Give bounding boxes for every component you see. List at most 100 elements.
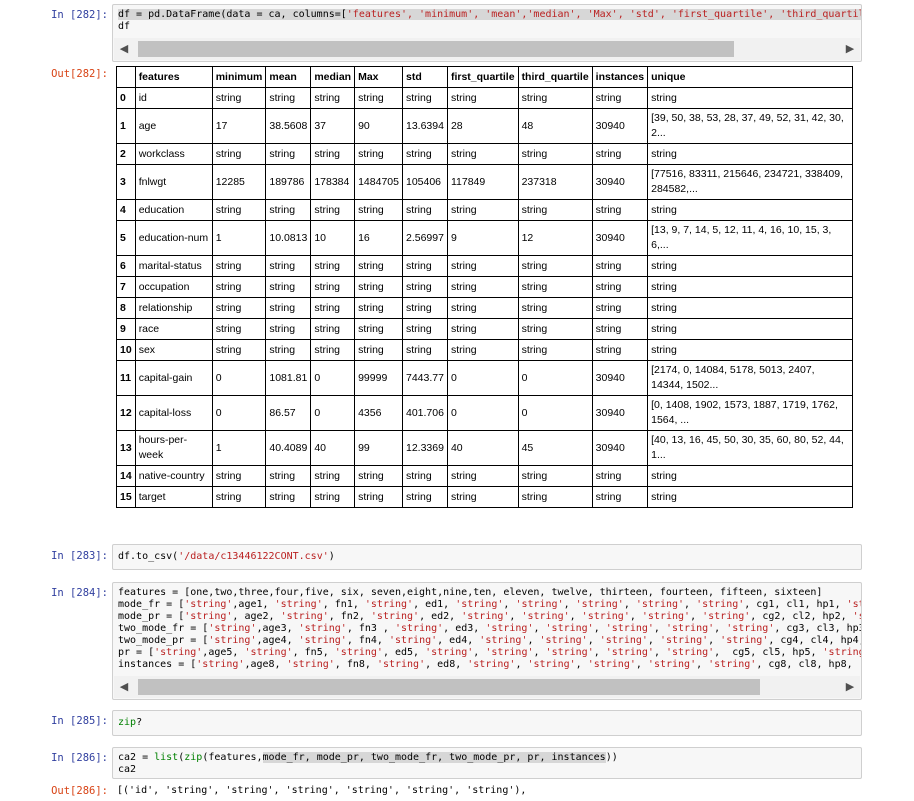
code-string: 'string': [274, 599, 323, 610]
table-cell-instances: string: [591, 465, 649, 487]
table-header-row: features minimum mean median Max std first_qua…: [116, 66, 854, 88]
table-cell-mean: 38.5608: [265, 108, 312, 144]
row-index: 6: [116, 255, 136, 277]
code-text: (features,: [202, 752, 263, 763]
table-cell-instances: string: [591, 276, 649, 298]
code-string: 'string': [527, 659, 576, 670]
scroll-right-icon[interactable]: ▶: [842, 678, 858, 696]
table-cell-mean: string: [265, 486, 312, 508]
cell-282-code[interactable]: df = pd.DataFrame(data = ca, columns=['f…: [113, 5, 861, 37]
code-string: 'string': [702, 611, 751, 622]
table-row: 7 occupation string string string string strin…: [116, 276, 854, 298]
cell-283-input[interactable]: df.to_csv('/data/c13446122CONT.csv'): [112, 544, 862, 570]
table-cell-third-quartile: string: [517, 87, 593, 109]
table-cell-features: relationship: [134, 297, 213, 319]
table-cell-third-quartile: string: [517, 143, 593, 165]
cell-285-code[interactable]: zip?: [113, 711, 861, 733]
table-cell-features: hours-per-week: [134, 430, 213, 466]
code-string: 'string': [479, 635, 528, 646]
code-string: 'string': [599, 635, 648, 646]
table-cell-unique: [13, 9, 7, 14, 5, 12, 11, 4, 16, 10, 15,…: [647, 220, 854, 256]
scroll-left-icon[interactable]: ◀: [116, 678, 132, 696]
table-cell-unique: [77516, 83311, 215646, 234721, 338409, 2…: [647, 164, 854, 200]
code-string: 'string': [394, 623, 444, 634]
table-cell-median: string: [310, 143, 356, 165]
code-text: mode_fr, mode_pr, two_mode_fr, two_mode_…: [262, 752, 606, 763]
table-cell-instances: 30940: [591, 164, 649, 200]
table-cell-minimum: 12285: [211, 164, 267, 200]
table-cell-mean: string: [265, 297, 312, 319]
cell-286-out-prompt: Out[286]:: [51, 785, 108, 797]
code-string: 'string': [388, 635, 438, 646]
table-cell-first-quartile: 0: [446, 395, 519, 431]
table-cell-third-quartile: 12: [517, 220, 593, 256]
scrollbar-thumb[interactable]: [138, 679, 760, 695]
code-string: 'string': [647, 659, 697, 670]
table-cell-Max: 16: [354, 220, 403, 256]
table-cell-instances: string: [591, 199, 649, 221]
cell-284-input[interactable]: features = [one,two,three,four,five, six…: [112, 582, 862, 700]
dataframe-table: features minimum mean median Max std first_qua…: [116, 66, 854, 508]
table-cell-features: fnlwgt: [134, 164, 213, 200]
table-header-features: features: [134, 66, 213, 88]
row-index: 11: [116, 360, 136, 396]
cell-284-code[interactable]: features = [one,two,three,four,five, six…: [113, 583, 861, 675]
table-cell-mean: 10.0813: [265, 220, 312, 256]
table-cell-Max: string: [354, 255, 403, 277]
table-cell-unique: string: [647, 199, 854, 221]
table-cell-minimum: string: [211, 143, 267, 165]
cell-285-input[interactable]: zip?: [112, 710, 862, 736]
table-cell-unique: [40, 13, 16, 45, 50, 30, 35, 60, 80, 52,…: [647, 430, 854, 466]
table-cell-features: target: [134, 486, 213, 508]
code-builtin: zip: [184, 752, 203, 763]
table-cell-Max: 4356: [354, 395, 403, 431]
scroll-left-icon[interactable]: ◀: [116, 40, 132, 58]
table-cell-unique: [2174, 0, 14084, 5178, 5013, 2407, 14344…: [647, 360, 854, 396]
table-header-third-quartile: third_quartile: [517, 66, 593, 88]
table-cell-first-quartile: string: [446, 87, 519, 109]
table-cell-features: capital-gain: [134, 360, 213, 396]
table-header-mean: mean: [265, 66, 312, 88]
table-cell-features: native-country: [134, 465, 213, 487]
table-header-instances: instances: [591, 66, 649, 88]
code-string: 'string': [581, 611, 630, 622]
code-text: df = pd.DataFrame(data = ca, columns=[: [118, 9, 347, 20]
code-string: 'string': [467, 659, 516, 670]
code-line: instances = ['string',age8, 'string', fn…: [118, 659, 861, 671]
table-cell-Max: string: [354, 276, 403, 298]
horizontal-scrollbar[interactable]: ◀ ▶: [114, 676, 860, 698]
code-string: 'string': [539, 635, 588, 646]
table-cell-Max: 90: [354, 108, 403, 144]
table-cell-median: string: [310, 318, 356, 340]
table-cell-std: string: [401, 339, 448, 361]
cell-286-code[interactable]: ca2 = list(zip(features,mode_fr, mode_pr…: [113, 748, 861, 778]
row-index: 15: [116, 486, 136, 508]
table-cell-third-quartile: string: [517, 255, 593, 277]
table-cell-third-quartile: 0: [517, 395, 593, 431]
table-header-minimum: minimum: [211, 66, 267, 88]
table-cell-minimum: string: [211, 297, 267, 319]
cell-283-code[interactable]: df.to_csv('/data/c13446122CONT.csv'): [113, 545, 861, 567]
table-cell-Max: string: [354, 339, 403, 361]
scroll-right-icon[interactable]: ▶: [842, 40, 858, 58]
table-header-median: median: [310, 66, 356, 88]
table-cell-mean: string: [265, 143, 312, 165]
table-cell-Max: string: [354, 297, 403, 319]
table-cell-third-quartile: string: [517, 199, 593, 221]
table-row: 2 workclass string string string string string…: [116, 143, 854, 165]
table-cell-first-quartile: string: [446, 339, 519, 361]
table-cell-Max: string: [354, 465, 403, 487]
table-cell-unique: string: [647, 297, 854, 319]
table-cell-median: string: [310, 87, 356, 109]
table-cell-median: string: [310, 199, 356, 221]
horizontal-scrollbar[interactable]: ◀ ▶: [114, 38, 860, 60]
cell-282-input[interactable]: df = pd.DataFrame(data = ca, columns=['f…: [112, 4, 862, 62]
cell-286-input[interactable]: ca2 = list(zip(features,mode_fr, mode_pr…: [112, 747, 862, 779]
table-cell-std: 13.6394: [401, 108, 448, 144]
table-cell-mean: string: [265, 87, 312, 109]
table-cell-features: workclass: [134, 143, 213, 165]
code-text: ca2 =: [118, 752, 155, 763]
scrollbar-thumb[interactable]: [138, 41, 734, 57]
code-string: 'string': [696, 599, 745, 610]
table-cell-minimum: 0: [211, 395, 267, 431]
